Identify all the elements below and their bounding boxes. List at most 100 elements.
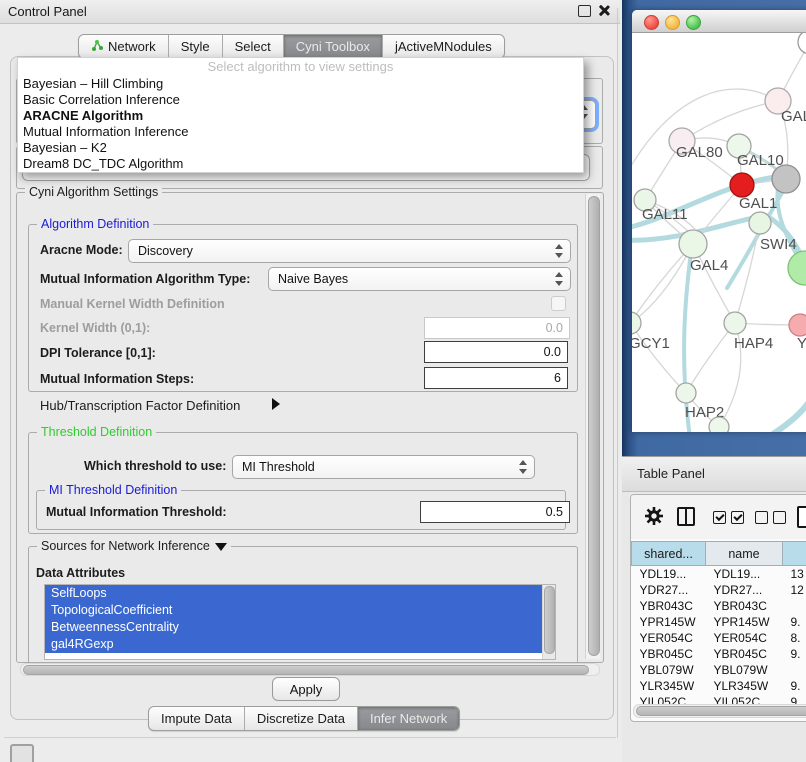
table-cell[interactable]: YLR345W — [706, 678, 783, 694]
column-header-a[interactable]: A — [783, 542, 806, 566]
kernel-width-field[interactable]: 0.0 — [424, 317, 570, 339]
table-cell[interactable]: YDL19... — [632, 566, 706, 583]
tab-style[interactable]: Style — [168, 35, 222, 58]
apply-button[interactable]: Apply — [272, 677, 340, 701]
table-cell[interactable]: YPR145W — [706, 614, 783, 630]
attribute-item-gal4rgexp[interactable]: gal4RGexp — [45, 636, 543, 653]
settings-vertical-scrollbar[interactable] — [585, 194, 600, 659]
algorithm-option-mutual-information-inference[interactable]: Mutual Information Inference — [18, 124, 583, 140]
close-icon[interactable] — [598, 4, 610, 16]
network-node[interactable] — [772, 165, 800, 193]
table-cell[interactable]: YDR27... — [706, 582, 783, 598]
network-node-gal1[interactable] — [730, 173, 754, 197]
table-row[interactable]: YPR145WYPR145W9. — [632, 614, 806, 630]
split-columns-icon[interactable] — [677, 507, 695, 526]
expand-right-icon[interactable] — [272, 398, 280, 410]
document-icon[interactable] — [797, 506, 806, 528]
dpi-tolerance-field[interactable]: 0.0 — [424, 341, 568, 363]
attribute-item-selfloops[interactable]: SelfLoops — [45, 585, 543, 602]
table-row[interactable]: YER054CYER054C8. — [632, 630, 806, 646]
algorithm-option-aracne-algorithm[interactable]: ARACNE Algorithm — [18, 108, 583, 124]
hub-definition-label[interactable]: Hub/Transcription Factor Definition — [40, 398, 240, 413]
checked-box-icon[interactable] — [731, 511, 744, 524]
unchecked-box-icon[interactable] — [755, 511, 768, 524]
table-cell[interactable]: YDR27... — [632, 582, 706, 598]
table-cell[interactable]: YER054C — [632, 630, 706, 646]
table-cell[interactable] — [783, 662, 806, 678]
table-cell[interactable]: 9. — [783, 678, 806, 694]
collapse-down-icon[interactable] — [215, 543, 227, 551]
network-node[interactable] — [788, 251, 806, 285]
network-window-titlebar[interactable] — [632, 10, 806, 33]
algorithm-option-bayesian-hill-climbing[interactable]: Bayesian – Hill Climbing — [18, 76, 583, 92]
minimized-panel-icon[interactable] — [10, 744, 34, 762]
table-cell[interactable]: 9. — [783, 614, 806, 630]
table-cell[interactable]: 13 — [783, 566, 806, 583]
table-cell[interactable]: 8. — [783, 630, 806, 646]
scrollbar-thumb[interactable] — [636, 706, 806, 716]
tab-jactivemnodules[interactable]: jActiveMNodules — [382, 35, 504, 58]
tab-network[interactable]: Network — [79, 35, 168, 58]
column-header-shared[interactable]: shared... — [632, 542, 706, 566]
table-row[interactable]: YDL19...YDL19...13 — [632, 566, 806, 583]
data-attributes-list[interactable]: SelfLoopsTopologicalCoefficientBetweenne… — [44, 584, 556, 660]
mi-algorithm-type-combobox[interactable]: Naive Bayes — [268, 267, 571, 291]
table-cell[interactable]: YLR345W — [632, 678, 706, 694]
node-attribute-table[interactable]: shared...nameA YDL19...YDL19...13YDR27..… — [631, 541, 806, 710]
tab-impute-data[interactable]: Impute Data — [149, 707, 244, 730]
table-row[interactable]: YLR345WYLR345W9. — [632, 678, 806, 694]
scrollbar-thumb[interactable] — [544, 586, 555, 654]
minimize-traffic-light-icon[interactable] — [665, 15, 680, 30]
table-cell[interactable]: 9. — [783, 646, 806, 662]
list-vertical-scrollbar[interactable] — [542, 585, 555, 659]
close-traffic-light-icon[interactable] — [644, 15, 659, 30]
checked-box-icon[interactable] — [713, 511, 726, 524]
table-cell[interactable]: YBL079W — [632, 662, 706, 678]
aracne-mode-combobox[interactable]: Discovery — [128, 239, 571, 263]
table-cell[interactable]: YER054C — [706, 630, 783, 646]
network-node-hap4[interactable] — [724, 312, 746, 334]
tab-infer-network[interactable]: Infer Network — [357, 707, 459, 730]
table-cell[interactable]: 12 — [783, 582, 806, 598]
table-cell[interactable]: YBR043C — [632, 598, 706, 614]
table-cell[interactable] — [783, 598, 806, 614]
manual-kernel-width-checkbox[interactable] — [551, 296, 566, 311]
network-node[interactable] — [798, 33, 806, 54]
tab-select[interactable]: Select — [222, 35, 283, 58]
table-cell[interactable]: YDL19... — [706, 566, 783, 583]
column-header-name[interactable]: name — [706, 542, 783, 566]
tab-cyni-toolbox[interactable]: Cyni Toolbox — [283, 35, 382, 58]
network-node-gal4[interactable] — [679, 230, 707, 258]
algorithm-option-basic-correlation-inference[interactable]: Basic Correlation Inference — [18, 92, 583, 108]
network-node-y[interactable] — [789, 314, 806, 336]
which-threshold-combobox[interactable]: MI Threshold — [232, 455, 535, 479]
network-canvas[interactable]: GALGAL80GAL10GAL1GAL11SWI4GAL4GCY1HAP4YH… — [632, 33, 806, 432]
table-cell[interactable]: YPR145W — [632, 614, 706, 630]
attribute-item-betweennesscentrality[interactable]: BetweennessCentrality — [45, 619, 543, 636]
table-row[interactable]: YDR27...YDR27...12 — [632, 582, 806, 598]
table-horizontal-scrollbar[interactable] — [633, 704, 806, 718]
network-node-swi4[interactable] — [749, 212, 771, 234]
scrollbar-thumb[interactable] — [588, 196, 600, 656]
table-cell[interactable]: YBL079W — [706, 662, 783, 678]
unchecked-box-icon[interactable] — [773, 511, 786, 524]
network-node[interactable] — [709, 417, 729, 432]
algorithm-option-dream8-dc-tdc-algorithm[interactable]: Dream8 DC_TDC Algorithm — [18, 156, 583, 172]
table-row[interactable]: YBR045CYBR045C9. — [632, 646, 806, 662]
table-row[interactable]: YBR043CYBR043C — [632, 598, 806, 614]
table-cell[interactable]: YBR045C — [706, 646, 783, 662]
algorithm-option-bayesian-k2[interactable]: Bayesian – K2 — [18, 140, 583, 156]
mi-threshold-field[interactable]: 0.5 — [420, 501, 570, 523]
settings-horizontal-scrollbar[interactable] — [20, 663, 600, 676]
table-row[interactable]: YBL079WYBL079W — [632, 662, 806, 678]
zoom-traffic-light-icon[interactable] — [686, 15, 701, 30]
tab-discretize-data[interactable]: Discretize Data — [244, 707, 357, 730]
float-window-icon[interactable] — [578, 5, 591, 17]
table-cell[interactable]: YBR043C — [706, 598, 783, 614]
scrollbar-thumb[interactable] — [23, 665, 589, 675]
network-node-hap2[interactable] — [676, 383, 696, 403]
attribute-item-topologicalcoefficient[interactable]: TopologicalCoefficient — [45, 602, 543, 619]
mi-steps-field[interactable]: 6 — [424, 367, 568, 389]
gear-icon[interactable] — [644, 506, 664, 526]
table-cell[interactable]: YBR045C — [632, 646, 706, 662]
